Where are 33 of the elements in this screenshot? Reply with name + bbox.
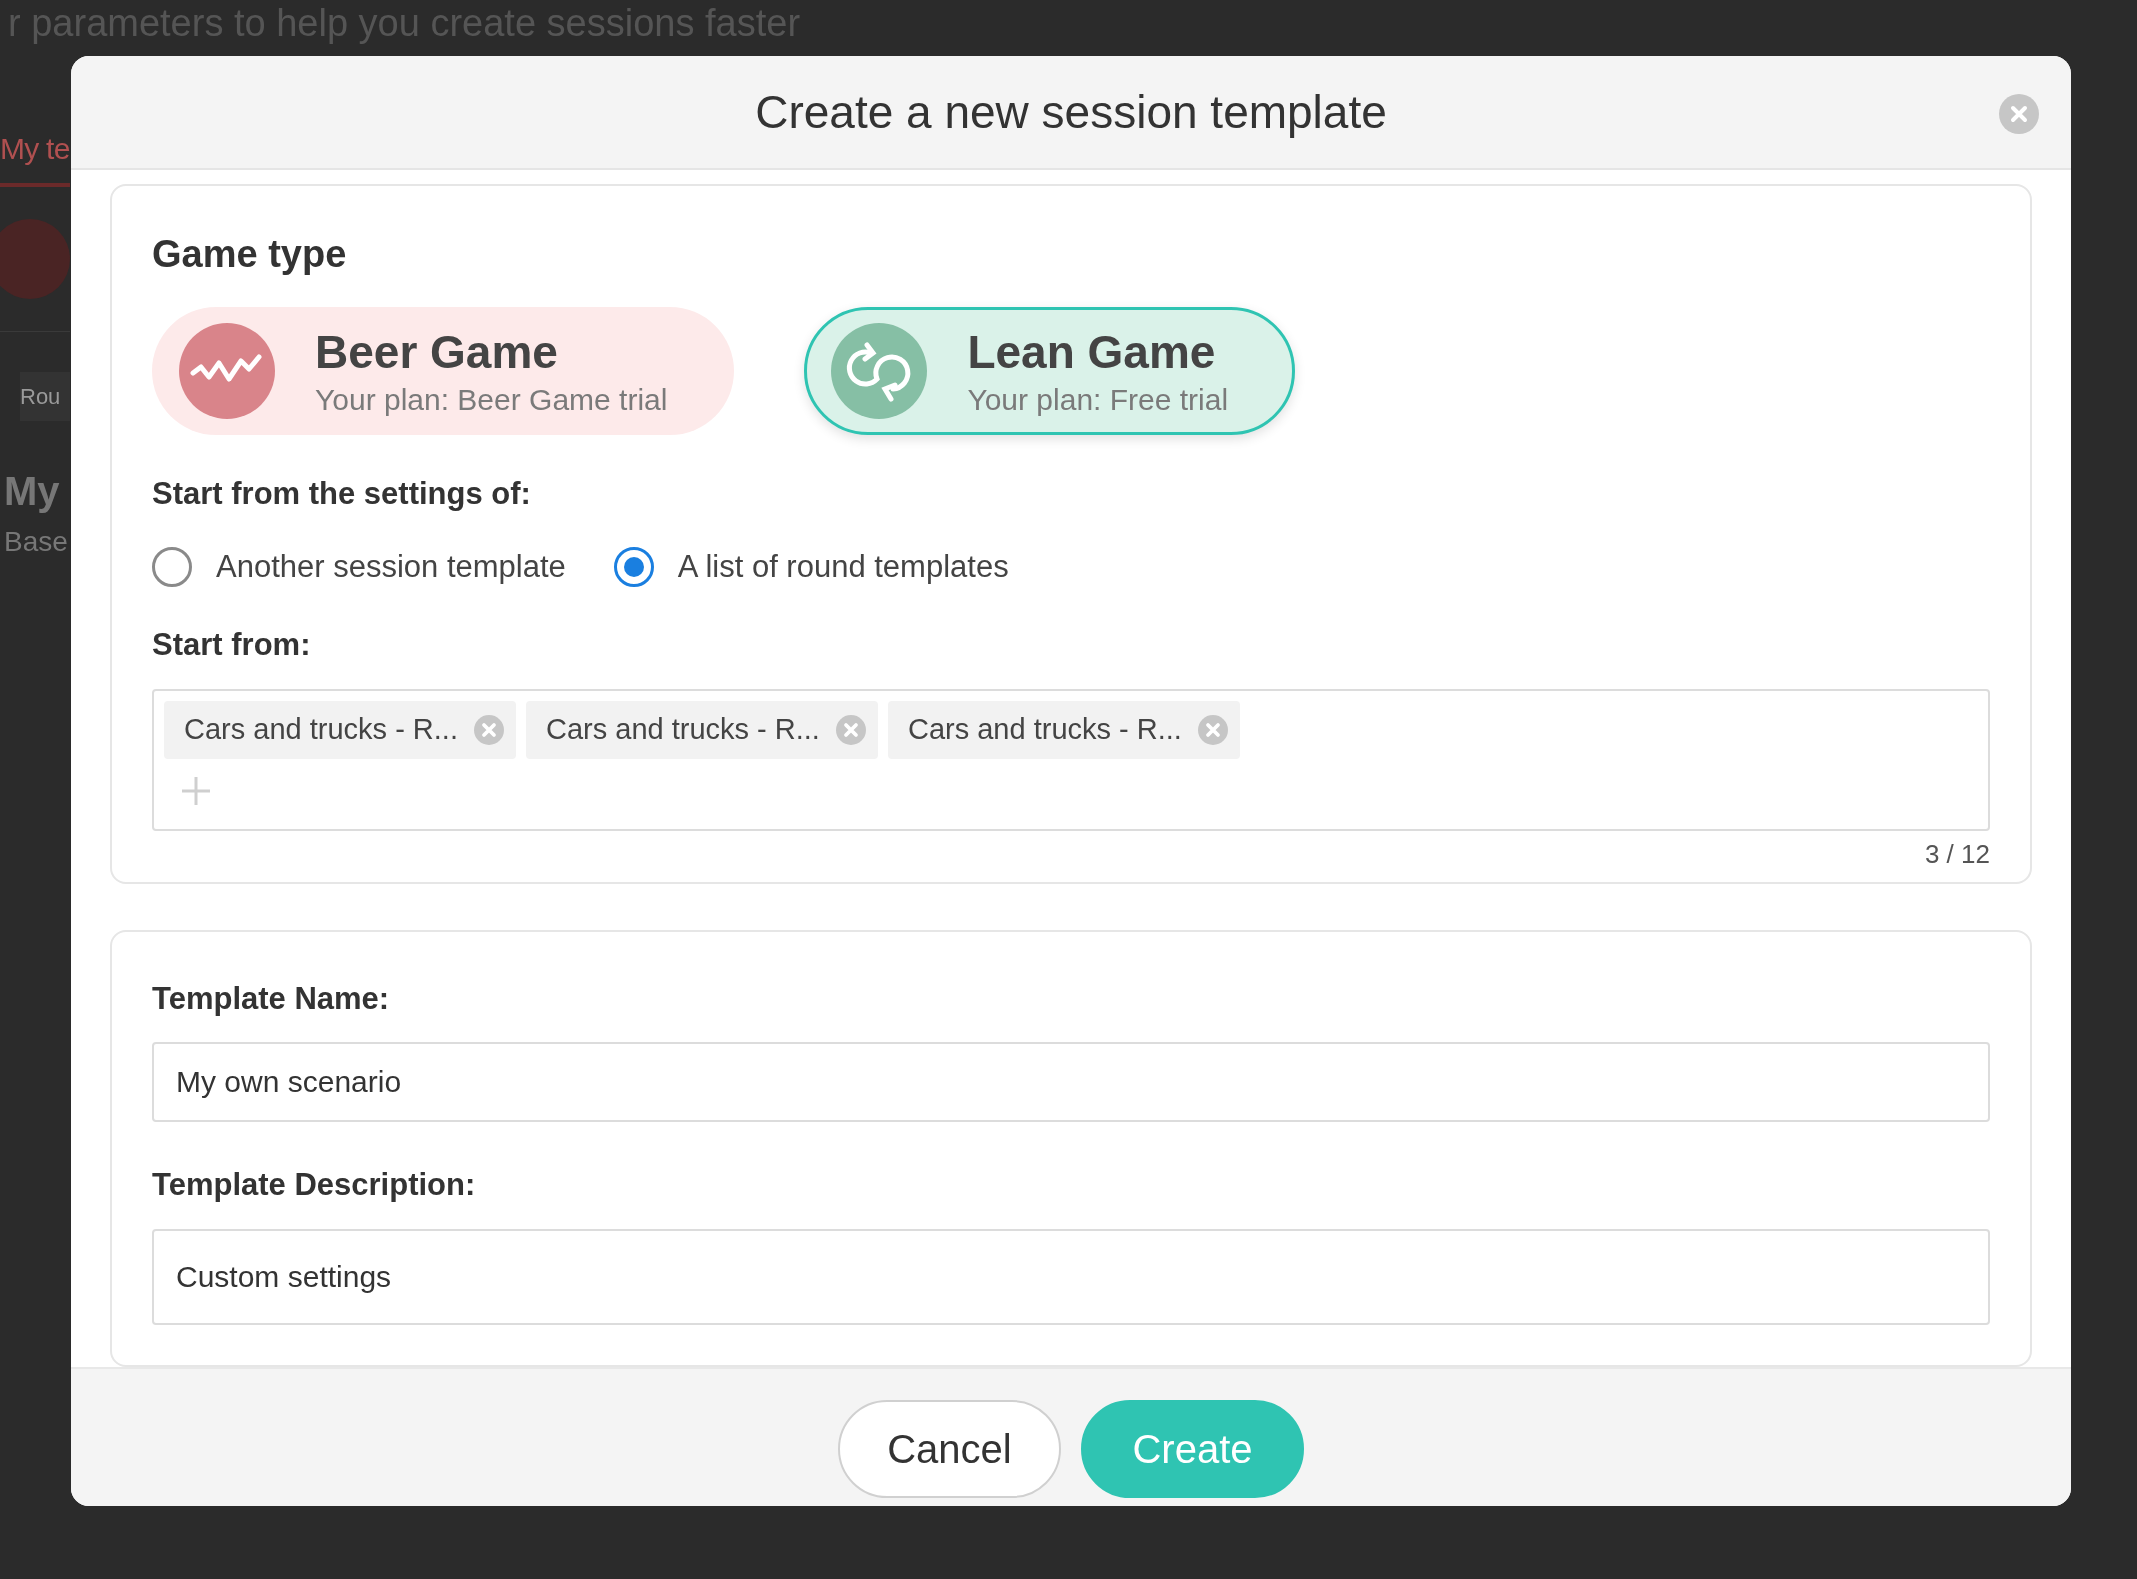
page-heading: My [4, 468, 60, 515]
remove-icon[interactable] [473, 714, 504, 745]
game-type-card[interactable]: Lean Game Your plan: Free trial [804, 307, 1296, 435]
game-type-card[interactable]: Beer Game Your plan: Beer Game trial [152, 307, 735, 435]
field-label: Template Description: [152, 1166, 477, 1204]
page-caption: Base [4, 525, 68, 559]
remove-icon[interactable] [1197, 714, 1228, 745]
page-chip[interactable]: Rou [20, 372, 70, 421]
close-button[interactable] [1999, 94, 2039, 134]
tag-input[interactable]: Cars and trucks - R... Cars and trucks - R... Cars and trucks - R... [152, 688, 1990, 831]
radio-button[interactable] [613, 546, 654, 587]
tag-label: Cars and trucks - R... [184, 711, 458, 747]
tag-label: Cars and trucks - R... [545, 711, 820, 747]
plan-text: Your plan: Beer Game trial [315, 382, 668, 418]
plan-text: Your plan: Free trial [967, 382, 1229, 418]
radio-option[interactable]: Another session template [152, 543, 566, 590]
cancel-button[interactable]: Cancel [838, 1400, 1061, 1498]
field-label: Start from the settings of: [152, 475, 532, 513]
radio-option[interactable]: A list of round templates [613, 543, 1009, 590]
radio-button[interactable] [152, 546, 192, 587]
section-heading: Game type [152, 232, 348, 277]
text-field[interactable]: Custom settings [152, 1228, 1990, 1325]
game-name: Beer Game [315, 324, 559, 380]
game-name: Lean Game [967, 324, 1217, 380]
add-icon[interactable] [180, 774, 212, 807]
field-label: Template Name: [152, 979, 391, 1018]
field-label: Start from: [152, 626, 312, 664]
modal-title: Create a new session template [755, 84, 1387, 140]
text-field[interactable]: My own scenario [152, 1042, 1990, 1122]
close-icon [2009, 104, 2029, 124]
tag-label: Cars and trucks - R... [907, 711, 1182, 747]
tag-counter: 3 / 12 [1924, 837, 1990, 871]
remove-icon[interactable] [835, 714, 866, 745]
